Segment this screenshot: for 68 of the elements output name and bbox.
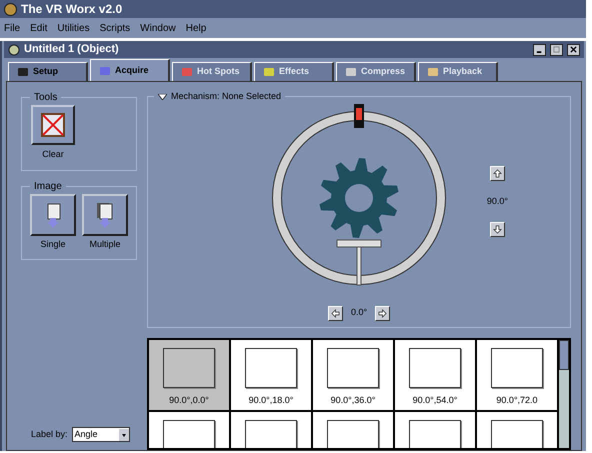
maximize-button[interactable] (550, 44, 563, 56)
menu-item[interactable]: File (4, 20, 20, 36)
vertical-angle: 90.0° (486, 194, 508, 208)
thumbnail-label: 90.0°,36.0° (330, 394, 376, 407)
app-title: The VR Worx v2.0 (21, 1, 122, 18)
horizontal-angle: 0.0° (350, 306, 368, 320)
thumbnail-image (491, 420, 543, 448)
menu-item[interactable]: Scripts (100, 20, 130, 36)
app-logo-icon (4, 2, 17, 16)
thumbnail-label: 90.0°,0.0° (169, 394, 209, 407)
document-down-arrow-icon (95, 202, 115, 228)
thumbnail-label: 90.0°,72.0 (496, 394, 538, 407)
clear-button[interactable] (31, 105, 75, 145)
thumbnail-image (163, 348, 215, 388)
thumbnail-cell[interactable]: 90.0°,0.0° (149, 340, 231, 412)
tilt-up-button[interactable] (490, 166, 505, 180)
thumbnail-label: 90.0°,54.0° (412, 394, 458, 407)
button-label: Single (40, 238, 66, 251)
tab-icon (263, 66, 275, 78)
menu-item[interactable]: Help (186, 20, 206, 36)
thumbnail-cell[interactable]: 90.0°,72.0 (477, 340, 559, 412)
group-title: Image (33, 180, 63, 194)
arrow-icon (492, 225, 502, 234)
capture-button[interactable] (82, 194, 128, 236)
document-title: Untitled 1 (Object) (24, 42, 120, 58)
label-by-label: Label by: (31, 428, 68, 441)
menu-item[interactable]: Utilities (57, 20, 90, 36)
vertical-scrollbar[interactable] (559, 340, 569, 448)
group-title: Tools (33, 91, 58, 105)
thumbnail-label: 90.0°,18.0° (248, 394, 294, 407)
thumbnail-image (327, 348, 379, 388)
thumbnail-image (327, 420, 379, 448)
crossed-picture-icon (40, 112, 66, 138)
menu-item[interactable]: Edit (30, 20, 48, 36)
thumbnail-image (409, 348, 461, 388)
capture-button[interactable] (30, 194, 76, 236)
arrow-icon (378, 308, 388, 318)
tab-icon (345, 66, 357, 78)
minimize-button[interactable] (533, 44, 546, 56)
thumbnail-image (163, 420, 215, 448)
arrow-icon (330, 308, 340, 318)
tab[interactable]: Setup (8, 62, 88, 81)
rotate-left-button[interactable] (328, 306, 343, 320)
tab-icon (181, 66, 193, 78)
collapse-triangle-icon (158, 94, 167, 100)
thumbnail-image (245, 420, 297, 448)
scroll-thumb[interactable] (559, 340, 569, 370)
thumbnail-cell[interactable]: 90.0°,18.0° (231, 340, 313, 412)
thumbnail-cell[interactable]: 90.0°,54.0° (395, 340, 477, 412)
thumbnail-image (409, 420, 461, 448)
tab-icon (99, 64, 111, 76)
close-icon (570, 46, 577, 53)
thumbnail-image (245, 348, 297, 388)
label-by-dropdown[interactable]: Angle (72, 427, 130, 442)
maximize-icon (553, 46, 560, 53)
tab-icon (17, 66, 29, 78)
button-label: Clear (42, 148, 64, 161)
thumbnail-image (491, 348, 543, 388)
thumbnail-cell[interactable]: 90.0°,36.0° (313, 340, 395, 412)
menu-item[interactable]: Window (140, 20, 176, 36)
arrow-icon (492, 168, 502, 178)
mechanism-title[interactable]: Mechanism: None Selected (154, 90, 286, 104)
tilt-down-button[interactable] (490, 222, 505, 237)
tab-icon (427, 66, 439, 78)
tab[interactable]: Acquire (90, 59, 170, 81)
rotate-right-button[interactable] (375, 306, 390, 320)
button-label: Multiple (89, 238, 120, 251)
close-button[interactable] (567, 44, 580, 56)
